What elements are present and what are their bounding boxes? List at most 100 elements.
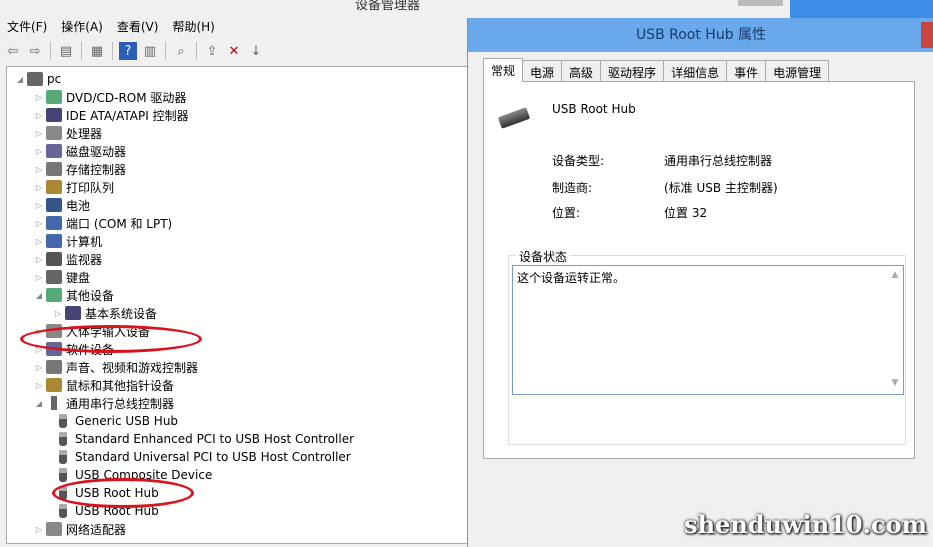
tab-bar: 常规 电源 高级 驱动程序 详细信息 事件 电源管理 xyxy=(483,58,830,82)
tree-item[interactable]: ▷ 键盘 xyxy=(34,268,90,286)
tree-item[interactable]: Standard Universal PCI to USB Host Contr… xyxy=(53,448,351,466)
device-category-icon xyxy=(46,252,62,266)
tree-item[interactable]: ▷ 网络适配器 xyxy=(34,520,126,538)
scan-hardware-icon[interactable]: ⌕ xyxy=(172,42,190,60)
tree-item[interactable]: ▷ 鼠标和其他指针设备 xyxy=(34,376,174,394)
back-icon[interactable]: ⇦ xyxy=(4,42,22,60)
forward-icon[interactable]: ⇨ xyxy=(26,42,44,60)
tree-item[interactable]: ▷ 磁盘驱动器 xyxy=(34,142,126,160)
toolbar-separator xyxy=(81,42,82,60)
tree-item[interactable]: ▷ DVD/CD-ROM 驱动器 xyxy=(34,88,186,106)
device-category-icon xyxy=(46,270,62,284)
status-text: 这个设备运转正常。 xyxy=(517,271,626,285)
minimize-button[interactable] xyxy=(738,0,783,6)
usb-icon xyxy=(59,432,67,446)
expand-arrow-icon[interactable]: ▷ xyxy=(34,273,44,282)
disable-device-icon[interactable]: ✕ xyxy=(225,42,243,60)
update-driver-icon[interactable]: ⇪ xyxy=(203,42,221,60)
tree-item-label: 通用串行总线控制器 xyxy=(66,396,175,411)
tree-item-label: 打印队列 xyxy=(66,180,115,195)
expand-arrow-icon[interactable]: ▷ xyxy=(34,165,44,174)
tree-item-label: 其他设备 xyxy=(66,288,115,303)
tree-item-label: 处理器 xyxy=(66,126,103,141)
tree-item[interactable]: Standard Enhanced PCI to USB Host Contro… xyxy=(53,430,354,448)
tree-item[interactable]: ▷ 处理器 xyxy=(34,124,102,142)
expand-arrow-icon[interactable]: ▷ xyxy=(34,525,44,534)
menu-item[interactable]: 操作(A) xyxy=(54,15,110,37)
menu-item[interactable]: 查看(V) xyxy=(110,15,166,37)
toolbar-separator xyxy=(165,42,166,60)
tab-0[interactable]: 常规 xyxy=(483,58,524,82)
tree-item-label: IDE ATA/ATAPI 控制器 xyxy=(66,108,189,123)
tree-item[interactable]: ▷ 监视器 xyxy=(34,250,102,268)
tree-item[interactable]: ◢ 通用串行总线控制器 xyxy=(34,394,174,412)
tree-item[interactable]: ▷ 存储控制器 xyxy=(34,160,126,178)
menu-bar: 文件(F) 操作(A) 查看(V) 帮助(H) xyxy=(0,15,222,37)
status-textbox[interactable]: 这个设备运转正常。 ▲ ▼ xyxy=(512,265,904,395)
device-name: USB Root Hub xyxy=(552,102,636,116)
usb-icon xyxy=(59,468,67,482)
expand-arrow-icon[interactable]: ▷ xyxy=(34,219,44,228)
usb-icon xyxy=(59,414,67,428)
tree-item-label: 存储控制器 xyxy=(66,162,127,177)
tree-item[interactable]: ◢ pc xyxy=(15,70,61,88)
dialog-title: USB Root Hub 属性 xyxy=(468,18,933,52)
expand-arrow-icon[interactable]: ▷ xyxy=(34,201,44,210)
expand-arrow-icon[interactable]: ▷ xyxy=(34,147,44,156)
show-hide-tree-icon[interactable]: ▤ xyxy=(57,42,75,60)
device-category-icon xyxy=(46,234,62,248)
collapse-arrow-icon[interactable]: ◢ xyxy=(15,75,25,84)
tab-6[interactable]: 电源管理 xyxy=(765,60,830,82)
uninstall-device-icon[interactable]: ↓ xyxy=(247,42,265,60)
tree-item-label: 声音、视频和游戏控制器 xyxy=(66,360,199,375)
device-category-icon xyxy=(46,180,62,194)
tab-4[interactable]: 详细信息 xyxy=(663,60,728,82)
scrollbar[interactable]: ▲ ▼ xyxy=(887,266,903,394)
collapse-arrow-icon[interactable]: ◢ xyxy=(34,399,44,408)
tree-item[interactable]: ▷ 计算机 xyxy=(34,232,102,250)
tree-item[interactable]: ▷ IDE ATA/ATAPI 控制器 xyxy=(34,106,189,124)
action-pane-icon[interactable]: ▥ xyxy=(141,42,159,60)
expand-arrow-icon[interactable]: ▷ xyxy=(34,129,44,138)
tree-item[interactable]: ▷ 基本系统设备 xyxy=(53,304,157,322)
tree-item[interactable]: ◢ 其他设备 xyxy=(34,286,114,304)
tree-item-label: Standard Enhanced PCI to USB Host Contro… xyxy=(75,432,355,446)
tree-item[interactable]: ▷ 声音、视频和游戏控制器 xyxy=(34,358,198,376)
expand-arrow-icon[interactable]: ▷ xyxy=(34,93,44,102)
field-label: 制造商: xyxy=(552,181,593,195)
usb-icon xyxy=(59,450,67,464)
device-category-icon xyxy=(46,144,62,158)
device-category-icon xyxy=(46,360,62,374)
menu-item[interactable]: 文件(F) xyxy=(0,15,54,37)
collapse-arrow-icon[interactable]: ◢ xyxy=(34,291,44,300)
device-category-icon xyxy=(46,216,62,230)
tab-3[interactable]: 驱动程序 xyxy=(600,60,665,82)
expand-arrow-icon[interactable]: ▷ xyxy=(34,381,44,390)
toolbar-separator xyxy=(196,42,197,60)
tab-5[interactable]: 事件 xyxy=(726,60,767,82)
tree-item[interactable]: Generic USB Hub xyxy=(53,412,178,430)
field-value: (标准 USB 主控制器) xyxy=(664,181,778,195)
tab-1[interactable]: 电源 xyxy=(522,60,563,82)
device-category-icon xyxy=(46,126,62,140)
tree-item[interactable]: ▷ 端口 (COM 和 LPT) xyxy=(34,214,172,232)
computer-icon xyxy=(27,72,43,86)
expand-arrow-icon[interactable]: ▷ xyxy=(53,309,63,318)
general-panel: USB Root Hub 设备类型: 通用串行总线控制器 制造商: (标准 USB 主… xyxy=(483,81,915,459)
expand-arrow-icon[interactable]: ▷ xyxy=(34,237,44,246)
menu-item[interactable]: 帮助(H) xyxy=(165,15,221,37)
help-icon[interactable]: ? xyxy=(119,42,137,60)
expand-arrow-icon[interactable]: ▷ xyxy=(34,183,44,192)
tree-item-label: 网络适配器 xyxy=(66,522,127,537)
expand-arrow-icon[interactable]: ▷ xyxy=(34,363,44,372)
tab-2[interactable]: 高级 xyxy=(561,60,602,82)
expand-arrow-icon[interactable]: ▷ xyxy=(34,255,44,264)
close-button[interactable] xyxy=(921,22,933,48)
tree-item-label: 鼠标和其他指针设备 xyxy=(66,378,175,393)
device-category-icon xyxy=(65,306,81,320)
properties-icon[interactable]: ▦ xyxy=(88,42,106,60)
tree-item[interactable]: ▷ 打印队列 xyxy=(34,178,114,196)
field-label: 设备类型: xyxy=(552,154,605,168)
tree-item[interactable]: ▷ 电池 xyxy=(34,196,90,214)
expand-arrow-icon[interactable]: ▷ xyxy=(34,111,44,120)
